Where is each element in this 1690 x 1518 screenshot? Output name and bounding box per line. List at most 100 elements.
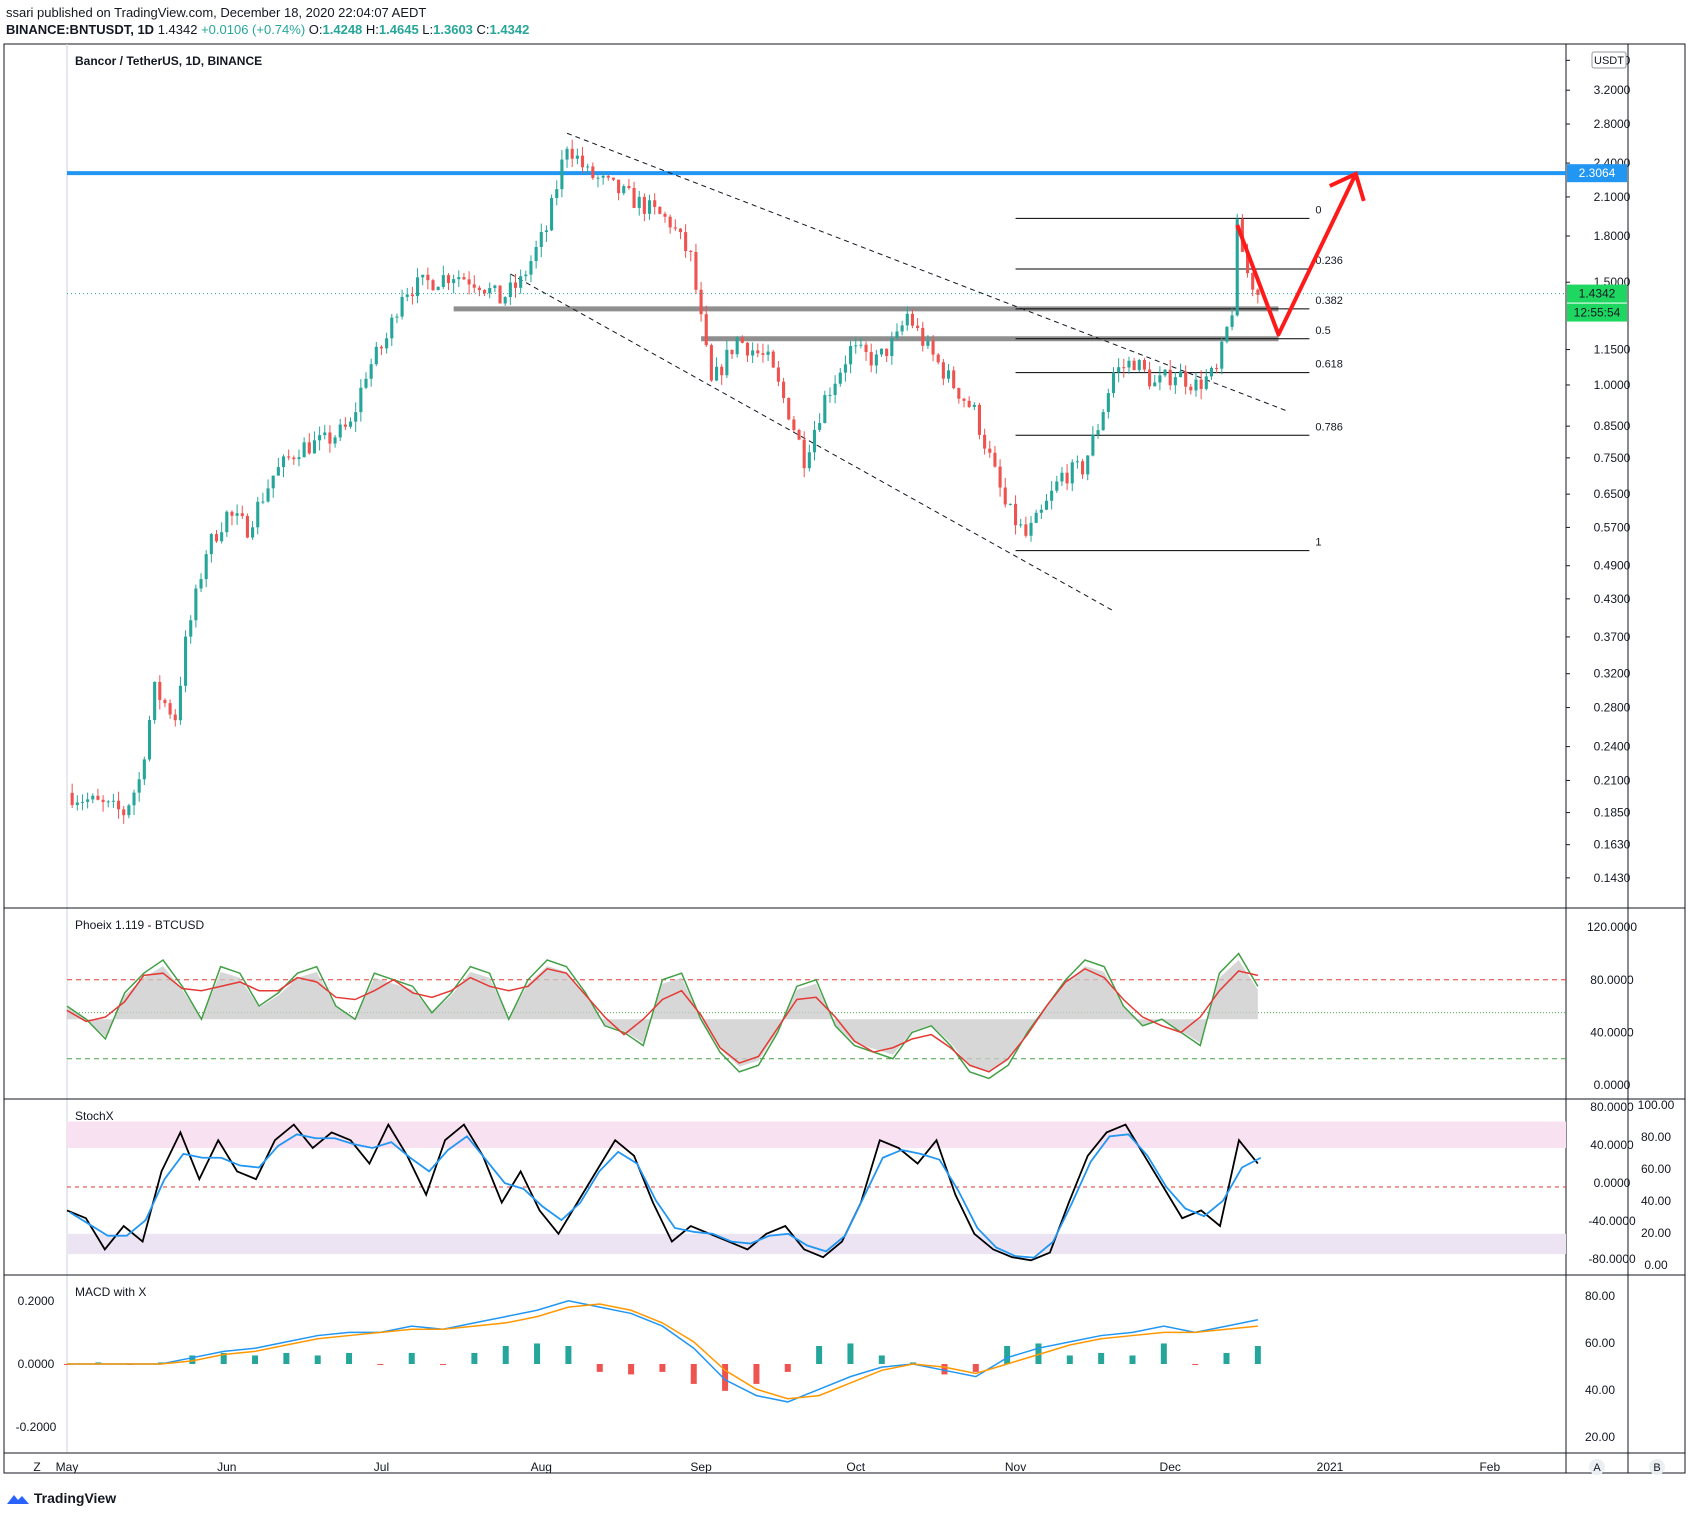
stochx-right-tick: 80.00 — [1641, 1130, 1671, 1144]
price-axis-tick: 0.1630 — [1594, 838, 1631, 852]
candle-body — [539, 232, 543, 247]
candle-body — [369, 364, 373, 379]
macd-right-tick: 40.00 — [1585, 1383, 1615, 1397]
candle-body — [658, 206, 662, 214]
candle-body — [838, 372, 842, 384]
candle-body — [117, 800, 121, 810]
candle-body — [1137, 360, 1141, 371]
candle-body — [689, 251, 693, 253]
candle-body — [379, 346, 384, 349]
stochx-pane-title: StochX — [75, 1109, 114, 1123]
candle-body — [390, 317, 394, 339]
candle-body — [957, 388, 961, 399]
candle-body — [673, 227, 677, 229]
candle-body — [550, 198, 554, 231]
candle-body — [364, 378, 368, 388]
candle-body — [421, 274, 425, 278]
candle-body — [900, 325, 904, 332]
chart-canvas[interactable]: May Jun Jul Aug Sep Oct Nov Dec 2021 Feb Z A B Bancor… — [0, 0, 1690, 1518]
candle-body — [1209, 367, 1213, 377]
candle-body — [601, 175, 605, 178]
candle-body — [513, 282, 518, 288]
candle-body — [281, 456, 286, 468]
candle-body — [333, 437, 337, 444]
resistance-level-label: 2.3064 — [1579, 166, 1616, 180]
stochx-left-tick: 40.0000 — [1590, 1138, 1634, 1152]
macd-histogram-bar — [816, 1345, 823, 1364]
candle-body — [972, 404, 976, 407]
candle-body — [318, 435, 322, 441]
macd-histogram-bar — [753, 1364, 760, 1384]
candle-body — [395, 316, 399, 318]
candle-body — [173, 714, 177, 721]
candle-body — [1122, 367, 1126, 369]
candle-body — [797, 430, 801, 440]
candle-body — [828, 395, 832, 397]
candle-body — [952, 370, 956, 389]
candle-body — [988, 448, 992, 453]
macd-histogram-bar — [972, 1364, 979, 1372]
candle-body — [256, 501, 260, 528]
candle-body — [1014, 503, 1018, 526]
candle-body — [622, 186, 626, 194]
candle-body — [1075, 461, 1079, 463]
candle-body — [782, 381, 786, 399]
macd-right-tick: 80.00 — [1585, 1289, 1615, 1303]
candle-body — [807, 452, 811, 469]
candle-body — [225, 511, 229, 533]
candle-body — [168, 703, 172, 715]
candle-body — [1225, 326, 1229, 342]
candle-body — [1034, 512, 1038, 523]
candle-body — [1096, 430, 1100, 435]
candle-body — [529, 261, 533, 275]
candle-body — [833, 383, 837, 396]
candle-body — [1070, 462, 1074, 484]
price-axis-tick: 0.3200 — [1594, 667, 1631, 681]
candle-body — [715, 366, 719, 381]
candle-body — [245, 516, 249, 538]
candle-body — [292, 457, 296, 460]
macd-histogram-bar — [565, 1345, 572, 1364]
candle-body — [251, 527, 255, 538]
candle-body — [122, 809, 126, 816]
time-axis-tick: Aug — [531, 1460, 552, 1474]
candle-body — [75, 802, 79, 806]
candle-body — [617, 179, 621, 194]
candle-body — [967, 400, 971, 407]
candle-body — [1132, 360, 1136, 371]
candle-body — [220, 532, 224, 542]
candle-body — [740, 337, 744, 343]
macd-histogram-bar — [471, 1352, 478, 1364]
candle-body — [849, 345, 853, 365]
candle-body — [359, 387, 363, 413]
candle-body — [776, 367, 780, 382]
candle-body — [962, 398, 966, 401]
macd-histogram-bar — [502, 1345, 509, 1364]
candle-body — [792, 419, 796, 431]
price-axis-tick: 0.2100 — [1594, 773, 1631, 787]
time-axis-tick: Feb — [1479, 1460, 1500, 1474]
candle-body — [1019, 524, 1023, 526]
candle-body — [879, 348, 884, 355]
time-axis-tick: Dec — [1160, 1460, 1181, 1474]
candle-body — [591, 166, 595, 179]
candle-body — [766, 351, 770, 355]
fib-level-label: 0.618 — [1315, 359, 1343, 371]
price-axis-tick: 1.1500 — [1594, 343, 1631, 357]
macd-histogram-bar — [1254, 1345, 1261, 1364]
price-axis-tick: 0.2400 — [1594, 740, 1631, 754]
candle-body — [642, 196, 646, 214]
phoeix-axis-tick: 120.0000 — [1587, 920, 1637, 934]
candle-body — [524, 274, 528, 277]
candle-body — [1173, 377, 1177, 386]
candle-body — [575, 155, 579, 159]
candle-body — [668, 216, 672, 228]
last-price-label: 1.4342 — [1579, 287, 1616, 301]
candle-body — [137, 779, 141, 793]
stochx-right-tick: 0.00 — [1644, 1258, 1668, 1272]
candle-body — [905, 313, 909, 326]
candle-body — [235, 513, 239, 516]
candle-body — [111, 800, 115, 802]
fib-level-label: 0 — [1315, 204, 1321, 216]
candle-body — [142, 759, 146, 780]
